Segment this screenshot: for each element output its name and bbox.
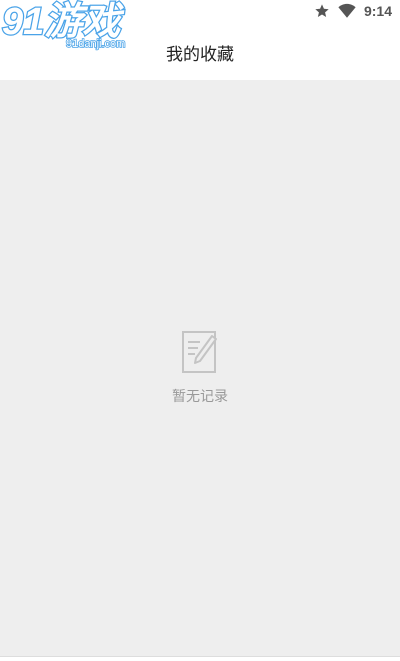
wifi-icon <box>338 3 356 19</box>
favorites-content: 暂无记录 <box>0 80 400 657</box>
empty-state: 暂无记录 <box>0 330 400 406</box>
status-clock: 9:14 <box>363 3 392 19</box>
note-edit-icon <box>181 330 219 378</box>
bottom-edge <box>0 656 400 661</box>
header-bar: 我的收藏 <box>0 24 400 80</box>
star-icon <box>314 3 330 19</box>
favorites-screen: 9:14 我的收藏 91游戏 91danji.com 暂无记录 <box>0 0 400 661</box>
status-icons: 9:14 <box>314 3 392 19</box>
page-title: 我的收藏 <box>166 45 234 65</box>
empty-state-message: 暂无记录 <box>172 389 228 405</box>
status-bar: 9:14 <box>0 0 400 24</box>
